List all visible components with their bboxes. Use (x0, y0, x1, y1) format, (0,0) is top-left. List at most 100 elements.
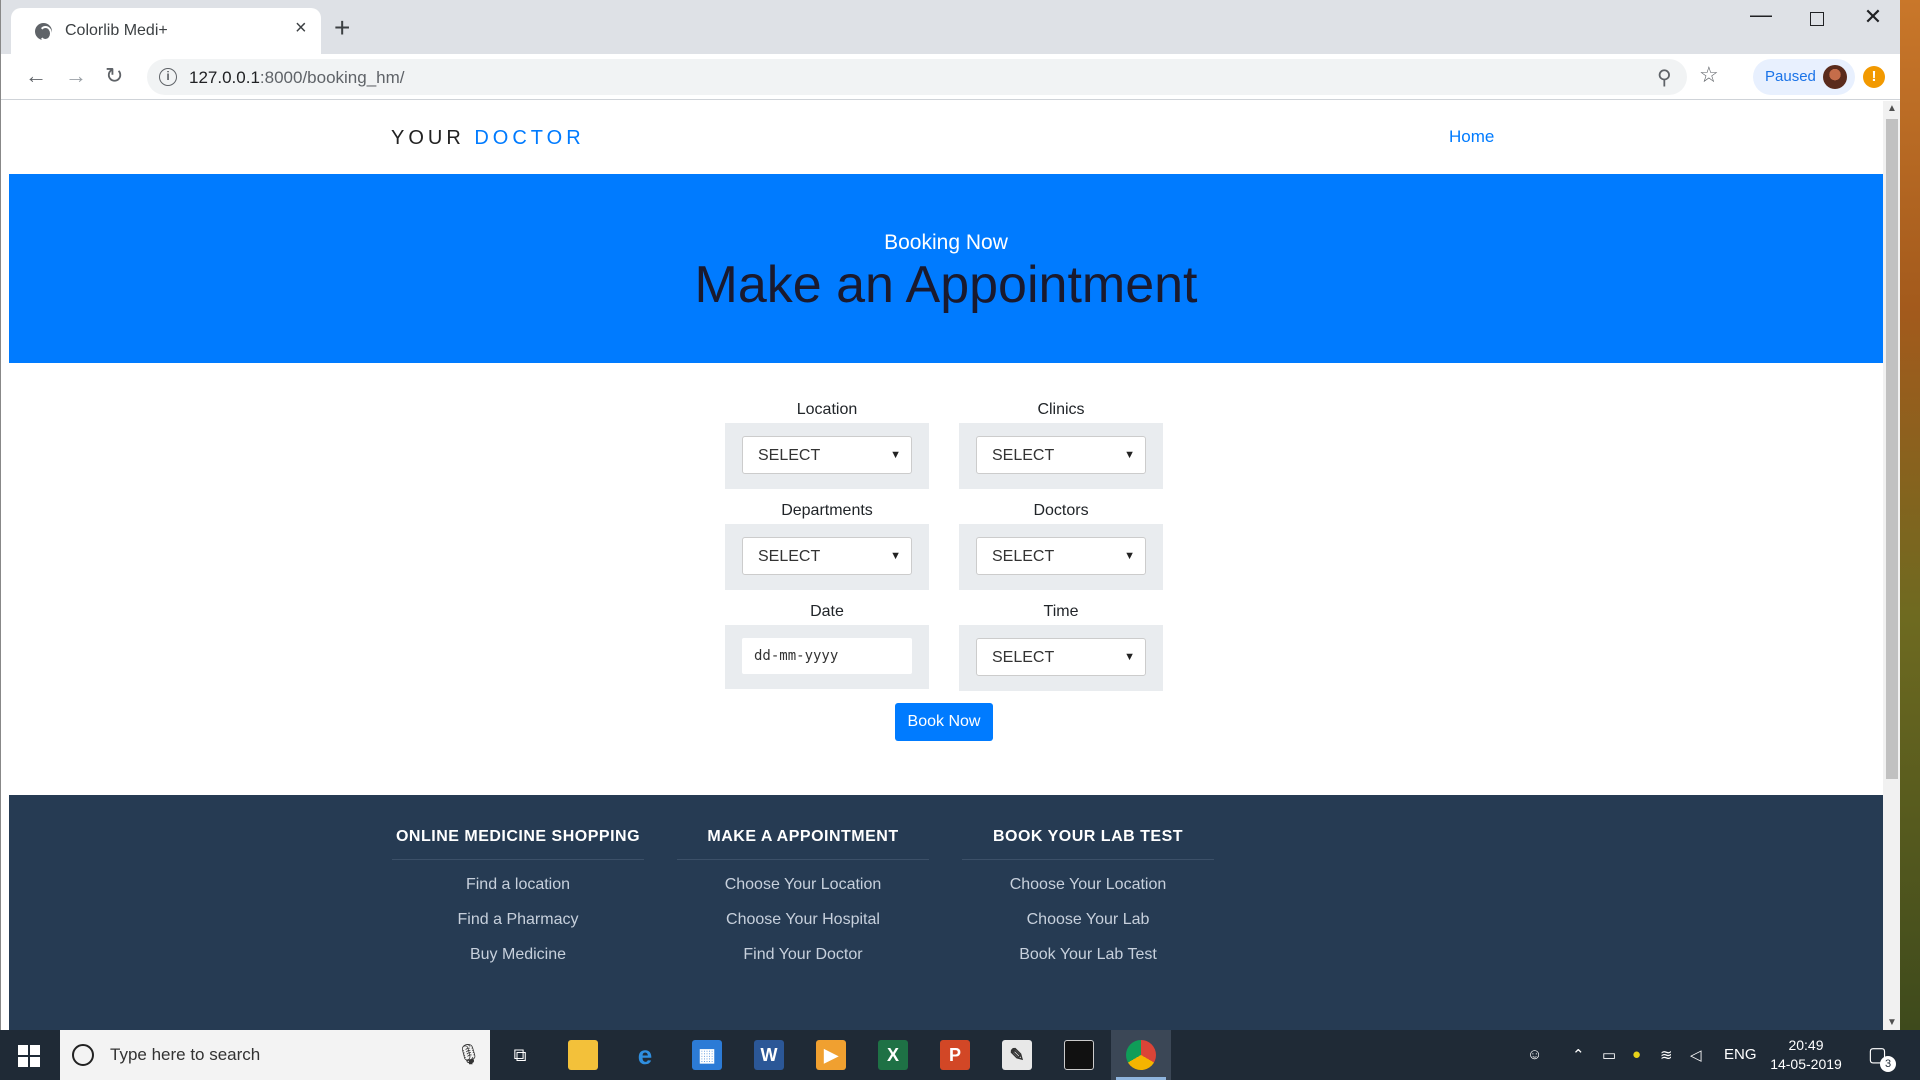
tab-strip: Colorlib Medi+ × + — ✕ (1, 0, 1900, 54)
scroll-up-arrow-icon[interactable]: ▲ (1883, 103, 1900, 114)
excel-icon[interactable]: X (878, 1040, 908, 1070)
task-view-icon[interactable]: ⧉ (505, 1040, 535, 1070)
address-bar[interactable]: i 127.0.0.1:8000/booking_hm/ ⚲ ☆ (147, 59, 1719, 95)
taskbar-search-placeholder: Type here to search (110, 1045, 261, 1064)
time-label: Time (1043, 603, 1079, 620)
clock-date: 14-05-2019 (1770, 1056, 1842, 1072)
doctors-field-box: SELECT ▼ (959, 524, 1163, 590)
location-select[interactable]: SELECT ▼ (742, 436, 912, 474)
close-tab-icon[interactable]: × (295, 18, 307, 38)
book-now-button[interactable]: Book Now (895, 703, 993, 741)
clinics-select[interactable]: SELECT ▼ (976, 436, 1146, 474)
word-icon[interactable]: W (754, 1040, 784, 1070)
cortana-icon (72, 1044, 94, 1066)
maximize-icon (1810, 12, 1824, 26)
scroll-thumb[interactable] (1886, 119, 1898, 779)
forward-button[interactable]: → (65, 64, 87, 88)
notepad-icon[interactable]: ✎ (1002, 1040, 1032, 1070)
page-viewport: YOUR DOCTOR Home Booking Now Make an App… (9, 101, 1883, 1030)
booking-form: Location SELECT ▼ Clinics SELECT ▼ Departm… (9, 363, 1883, 795)
back-button[interactable]: ← (25, 64, 47, 88)
nav-home-link[interactable]: Home (1449, 127, 1494, 147)
file-explorer-icon[interactable] (568, 1040, 598, 1070)
doctors-field: Doctors SELECT ▼ (959, 502, 1163, 590)
microphone-icon[interactable]: 🎙 (456, 1042, 481, 1067)
reload-button[interactable]: ↻ (105, 64, 123, 88)
page-scrollbar[interactable]: ▲ ▼ (1883, 101, 1900, 1030)
chrome-taskbar-button[interactable] (1111, 1030, 1171, 1080)
url-host: 127.0.0.1 (189, 68, 260, 87)
language-indicator[interactable]: ENG (1724, 1046, 1757, 1063)
footer-link[interactable]: Buy Medicine (392, 946, 644, 965)
date-label: Date (810, 603, 844, 620)
departments-select[interactable]: SELECT ▼ (742, 537, 912, 575)
logo-accent: DOCTOR (474, 127, 585, 149)
footer-heading: MAKE A APPOINTMENT (677, 828, 929, 860)
volume-icon[interactable]: ◁ (1690, 1046, 1702, 1064)
battery-icon[interactable]: ▭ (1602, 1046, 1616, 1064)
scroll-down-arrow-icon[interactable]: ▼ (1883, 1017, 1900, 1028)
taskbar-search[interactable]: Type here to search 🎙 (60, 1030, 490, 1080)
new-tab-button[interactable]: + (334, 14, 350, 42)
avatar (1823, 65, 1847, 89)
profile-button[interactable]: Paused (1753, 59, 1855, 95)
departments-select-value: SELECT (758, 548, 821, 565)
site-header: YOUR DOCTOR Home (9, 101, 1883, 174)
url-text[interactable]: 127.0.0.1:8000/booking_hm/ (189, 68, 405, 88)
windows-start-icon[interactable] (18, 1045, 40, 1067)
taskbar-clock[interactable]: 20:49 14-05-2019 (1766, 1036, 1846, 1074)
logo-prefix: YOUR (391, 127, 465, 149)
hero-subtitle: Booking Now (884, 231, 1008, 254)
tab-title: Colorlib Medi+ (65, 22, 168, 39)
site-logo[interactable]: YOUR DOCTOR (391, 127, 585, 150)
footer-link[interactable]: Choose Your Location (962, 876, 1214, 895)
chevron-down-icon: ▼ (1124, 550, 1135, 562)
minimize-button[interactable]: — (1741, 2, 1781, 28)
footer-heading: BOOK YOUR LAB TEST (962, 828, 1214, 860)
site-footer: ONLINE MEDICINE SHOPPING Find a location… (9, 795, 1883, 1030)
footer-link[interactable]: Find a Pharmacy (392, 911, 644, 930)
powerpoint-icon[interactable]: P (940, 1040, 970, 1070)
bookmark-star-icon[interactable]: ☆ (1699, 62, 1719, 88)
zoom-icon[interactable]: ⚲ (1657, 65, 1672, 90)
close-window-button[interactable]: ✕ (1853, 4, 1893, 30)
time-select-value: SELECT (992, 649, 1055, 666)
update-alert-icon[interactable]: ! (1863, 66, 1885, 88)
footer-column-medicine: ONLINE MEDICINE SHOPPING Find a location… (392, 828, 644, 965)
footer-link[interactable]: Choose Your Hospital (677, 911, 929, 930)
time-field-box: SELECT ▼ (959, 625, 1163, 691)
doctors-select[interactable]: SELECT ▼ (976, 537, 1146, 575)
hero-banner: Booking Now Make an Appointment (9, 174, 1883, 363)
outlook-icon[interactable]: ▦ (692, 1040, 722, 1070)
security-icon[interactable]: ● (1632, 1046, 1641, 1063)
show-hidden-icons-chevron-icon[interactable]: ⌃ (1572, 1046, 1585, 1064)
footer-link[interactable]: Find a location (392, 876, 644, 895)
maximize-button[interactable] (1797, 8, 1837, 31)
departments-field-box: SELECT ▼ (725, 524, 929, 590)
page-title: Make an Appointment (694, 256, 1198, 314)
wifi-icon[interactable]: ≋ (1660, 1046, 1673, 1064)
edge-icon[interactable]: e (630, 1040, 660, 1070)
date-input[interactable]: dd-mm-yyyy (742, 638, 912, 674)
chevron-down-icon: ▼ (1124, 651, 1135, 663)
terminal-icon[interactable] (1064, 1040, 1094, 1070)
info-icon[interactable]: i (159, 68, 177, 86)
location-label: Location (796, 401, 858, 418)
date-field: Date dd-mm-yyyy (725, 603, 929, 689)
media-player-icon[interactable]: ▶ (816, 1040, 846, 1070)
desktop-background (1900, 0, 1920, 1030)
footer-link[interactable]: Book Your Lab Test (962, 946, 1214, 965)
clinics-field: Clinics SELECT ▼ (959, 401, 1163, 489)
notification-count-badge: 3 (1880, 1056, 1896, 1072)
footer-link[interactable]: Choose Your Location (677, 876, 929, 895)
clinics-field-box: SELECT ▼ (959, 423, 1163, 489)
departments-field: Departments SELECT ▼ (725, 502, 929, 590)
doctors-select-value: SELECT (992, 548, 1055, 565)
time-select[interactable]: SELECT ▼ (976, 638, 1146, 676)
footer-link[interactable]: Choose Your Lab (962, 911, 1214, 930)
browser-tab[interactable]: Colorlib Medi+ × (11, 8, 321, 54)
footer-link[interactable]: Find Your Doctor (677, 946, 929, 965)
browser-toolbar: ← → ↻ i 127.0.0.1:8000/booking_hm/ ⚲ ☆ P… (1, 54, 1900, 100)
people-icon[interactable]: ☺ (1527, 1046, 1542, 1063)
chevron-down-icon: ▼ (890, 550, 901, 562)
